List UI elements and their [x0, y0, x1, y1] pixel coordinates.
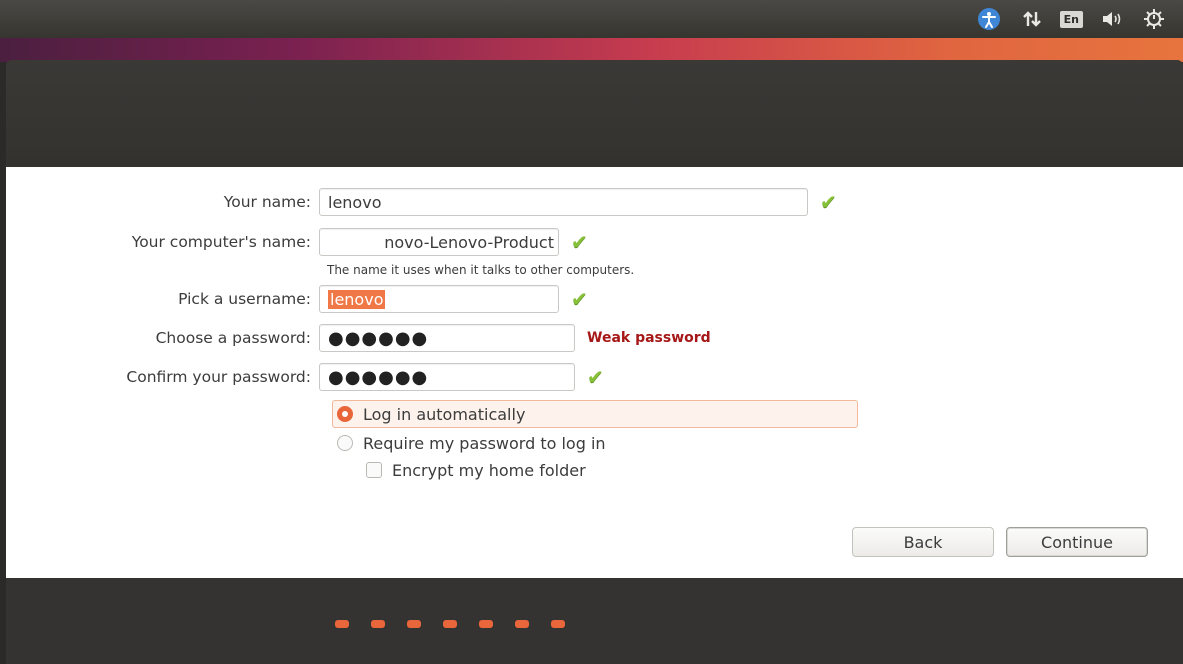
progress-step-dot — [371, 620, 385, 628]
install-progress-dots — [335, 620, 587, 628]
progress-step-dot — [407, 620, 421, 628]
row-username: Pick a username: lenovo ✔ — [6, 284, 588, 314]
progress-step-dot — [551, 620, 565, 628]
confirm-password-valid-check-icon: ✔ — [587, 365, 604, 389]
username-valid-check-icon: ✔ — [571, 287, 588, 311]
row-confirm-password: Confirm your password: ●●●●●● ✔ — [6, 362, 604, 392]
row-your-name: Your name: lenovo ✔ — [6, 187, 837, 217]
username-value: lenovo — [328, 289, 386, 309]
back-button[interactable]: Back — [852, 527, 994, 557]
gear-power-icon[interactable] — [1143, 8, 1165, 30]
password-input[interactable]: ●●●●●● — [319, 324, 575, 352]
installer-footer — [6, 578, 1183, 664]
computer-name-value: novo-Lenovo-Product — [384, 232, 554, 252]
row-computer-name: Your computer's name: novo-Lenovo-Produc… — [6, 227, 588, 257]
desktop-background-strip — [0, 38, 1183, 62]
require-password-radio[interactable] — [337, 435, 353, 451]
your-name-input[interactable]: lenovo — [319, 188, 808, 216]
confirm-password-value: ●●●●●● — [328, 366, 429, 388]
username-label: Pick a username: — [178, 290, 311, 308]
log-in-automatically-label: Log in automatically — [363, 404, 526, 424]
window-header — [6, 60, 1183, 167]
installer-window: Your name: lenovo ✔ Your computer's name… — [6, 60, 1183, 664]
progress-step-dot — [443, 620, 457, 628]
password-strength: Weak password — [587, 330, 711, 346]
computer-name-label: Your computer's name: — [131, 233, 311, 251]
network-updown-icon[interactable] — [1022, 10, 1042, 28]
username-input[interactable]: lenovo — [319, 285, 559, 313]
log-in-automatically-radio[interactable] — [337, 406, 353, 422]
progress-step-dot — [515, 620, 529, 628]
confirm-password-label: Confirm your password: — [126, 368, 311, 386]
system-tray: En — [977, 0, 1183, 38]
password-value: ●●●●●● — [328, 327, 429, 349]
progress-step-dot — [479, 620, 493, 628]
row-password: Choose a password: ●●●●●● Weak password — [6, 323, 711, 353]
encrypt-home-checkbox[interactable] — [366, 462, 382, 478]
language-label: En — [1059, 10, 1083, 28]
accessibility-icon[interactable] — [977, 8, 1000, 30]
require-password-option[interactable]: Require my password to log in — [337, 431, 606, 455]
encrypt-home-label: Encrypt my home folder — [392, 460, 586, 480]
language-indicator[interactable]: En — [1059, 10, 1083, 28]
require-password-label: Require my password to log in — [363, 433, 606, 453]
your-name-label: Your name: — [223, 193, 311, 211]
continue-button[interactable]: Continue — [1006, 527, 1148, 557]
progress-step-dot — [335, 620, 349, 628]
computer-name-valid-check-icon: ✔ — [571, 230, 588, 254]
volume-icon[interactable] — [1101, 10, 1125, 28]
top-panel: En — [0, 0, 1183, 38]
computer-name-hint: The name it uses when it talks to other … — [327, 263, 635, 277]
who-are-you-form: Your name: lenovo ✔ Your computer's name… — [6, 167, 1183, 578]
confirm-password-input[interactable]: ●●●●●● — [319, 363, 575, 391]
computer-name-input[interactable]: novo-Lenovo-Product — [319, 228, 559, 256]
password-label: Choose a password: — [155, 329, 311, 347]
your-name-value: lenovo — [328, 192, 382, 212]
log-in-automatically-option[interactable]: Log in automatically — [332, 400, 858, 428]
encrypt-home-option[interactable]: Encrypt my home folder — [366, 458, 586, 482]
your-name-valid-check-icon: ✔ — [820, 190, 837, 214]
